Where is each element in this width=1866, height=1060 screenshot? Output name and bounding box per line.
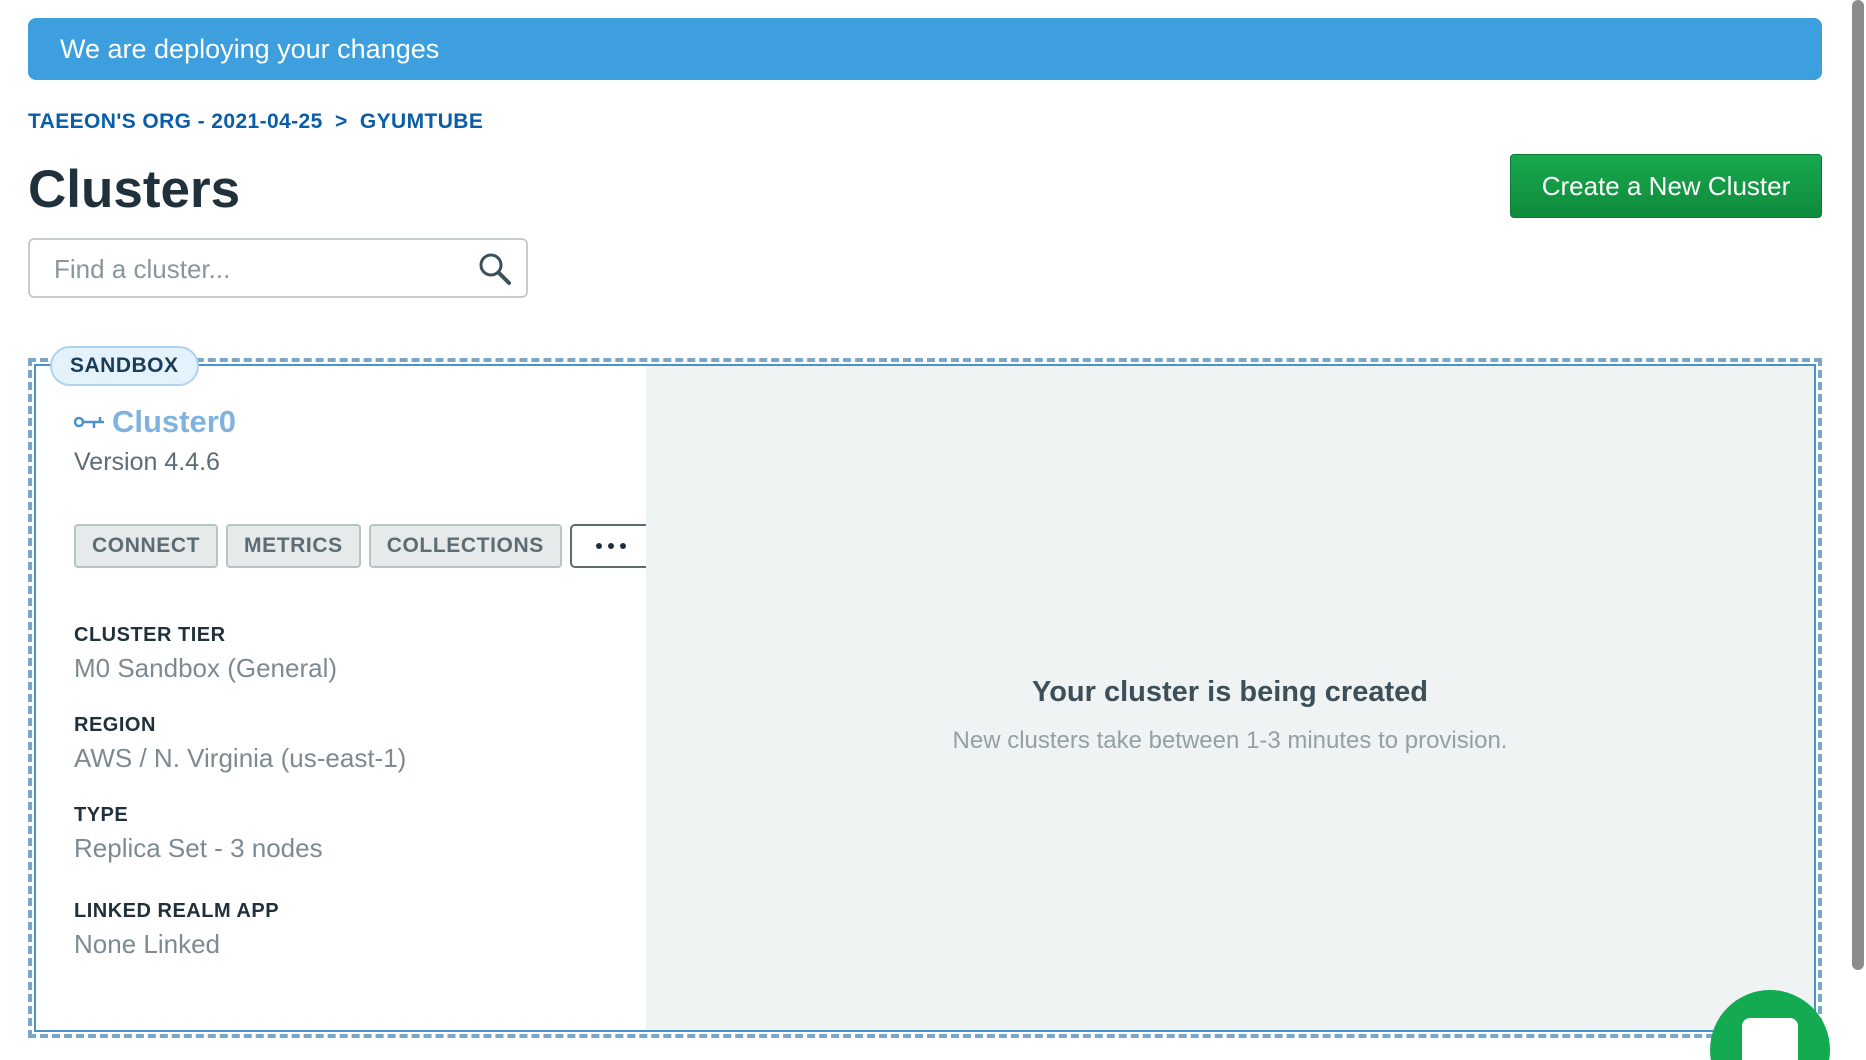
ellipsis-icon [607,543,614,549]
cluster-status-panel: Your cluster is being created New cluste… [646,366,1814,1030]
cluster-name[interactable]: Cluster0 [112,404,236,440]
deploy-banner: We are deploying your changes [28,18,1822,80]
type-info: TYPE Replica Set - 3 nodes [74,804,323,864]
search-icon[interactable] [478,252,512,286]
linked-realm-info: LINKED REALM APP None Linked [74,900,279,960]
creating-title: Your cluster is being created [1032,676,1428,708]
info-value: M0 Sandbox (General) [74,653,338,683]
search-box [28,238,528,298]
region-info: REGION AWS / N. Virginia (us-east-1) [74,714,406,774]
info-label: TYPE [74,804,129,826]
breadcrumb-org[interactable]: TAEEON'S ORG - 2021-04-25 [28,110,323,133]
collections-button[interactable]: COLLECTIONS [368,524,562,568]
cluster-version: Version 4.4.6 [74,448,220,476]
scrollbar-thumb[interactable] [1852,0,1864,970]
breadcrumb: TAEEON'S ORG - 2021-04-25 > GYUMTUBE [28,110,489,134]
breadcrumb-separator: > [334,110,348,133]
metrics-button[interactable]: METRICS [226,524,361,568]
page: We are deploying your changes TAEEON'S O… [0,0,1866,1060]
info-label: REGION [74,714,156,736]
creating-message: Your cluster is being created New cluste… [646,676,1814,755]
info-value: Replica Set - 3 nodes [74,833,323,863]
sandbox-badge: SANDBOX [50,346,199,386]
cluster-action-buttons: CONNECT METRICS COLLECTIONS [74,524,652,568]
info-label: LINKED REALM APP [74,900,280,922]
info-value: AWS / N. Virginia (us-east-1) [74,743,407,773]
cluster-name-row[interactable]: Cluster0 [74,404,236,440]
ellipsis-icon [619,543,626,549]
chat-icon [1742,1018,1798,1060]
create-cluster-button[interactable]: Create a New Cluster [1510,154,1822,218]
info-value: None Linked [74,929,220,959]
breadcrumb-project[interactable]: GYUMTUBE [360,110,483,133]
deploy-banner-text: We are deploying your changes [60,34,440,64]
ellipsis-icon [595,543,602,549]
connector-icon [74,416,104,428]
info-label: CLUSTER TIER [74,624,226,646]
creating-subtitle: New clusters take between 1-3 minutes to… [952,727,1508,754]
page-title: Clusters [28,160,241,219]
cluster-tier-info: CLUSTER TIER M0 Sandbox (General) [74,624,337,684]
cluster-details-panel: Cluster0 Version 4.4.6 CONNECT METRICS C… [36,366,652,1030]
cluster-card: Cluster0 Version 4.4.6 CONNECT METRICS C… [28,358,1822,1038]
search-input[interactable] [52,240,456,298]
more-options-button[interactable] [569,524,652,568]
connect-button[interactable]: CONNECT [74,524,219,568]
